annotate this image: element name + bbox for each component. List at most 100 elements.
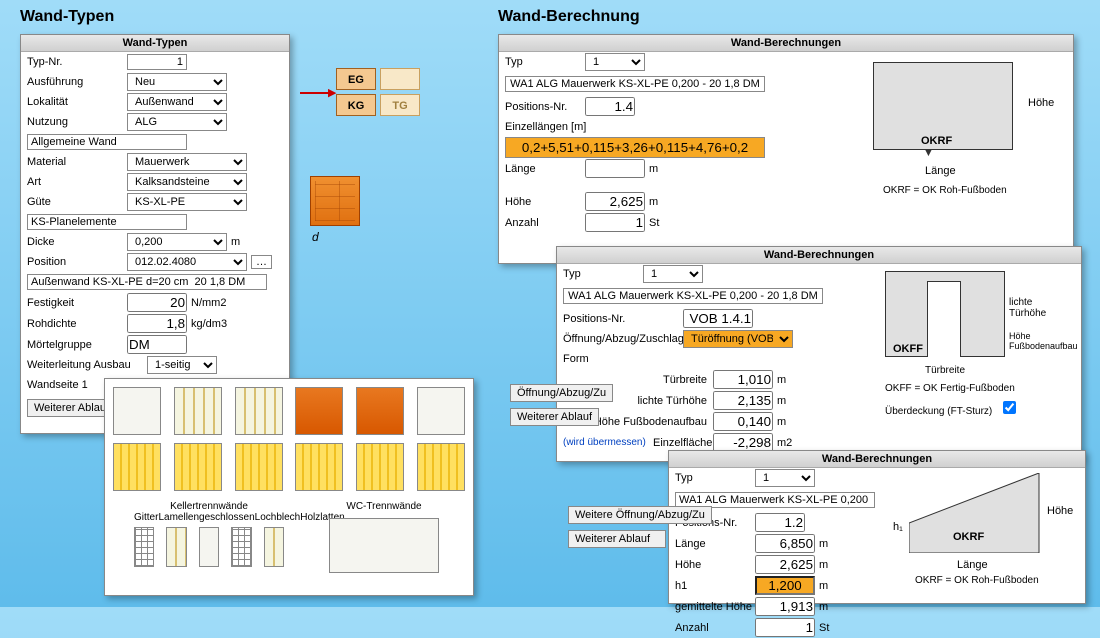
position-desc[interactable] [27, 274, 267, 290]
material-select[interactable]: Mauerwerk [127, 153, 247, 171]
festigkeit-label: Festigkeit [27, 297, 127, 309]
gallery-type: Gitter [134, 512, 158, 523]
calc3-posnr-input[interactable] [755, 513, 805, 532]
keller-caption: Kellertrennwände [134, 501, 284, 512]
wall-swatch [329, 518, 439, 573]
weiterl-label: Weiterleitung Ausbau [27, 359, 147, 371]
wall-swatch [174, 387, 222, 435]
calc2-typ-select[interactable]: 1 [643, 265, 703, 283]
calc1-einzel-input[interactable] [505, 137, 765, 158]
lokalitaet-select[interactable]: Außenwand [127, 93, 227, 111]
calc2-desc[interactable] [563, 288, 823, 304]
ausfuehrung-label: Ausführung [27, 76, 127, 88]
rohdichte-input[interactable] [127, 314, 187, 333]
unit: m [777, 395, 786, 407]
wall-swatch [356, 387, 404, 435]
calc2-tuerbreite-input[interactable] [713, 370, 773, 389]
calc2-weiterer-button[interactable]: Weiterer Ablauf [568, 530, 666, 548]
calc3-panel: Wand-Berechnungen Typ1 Positions-Nr. Län… [668, 450, 1086, 604]
unit: m [819, 538, 828, 550]
wall-swatch [295, 387, 343, 435]
nutzung-desc[interactable] [27, 134, 187, 150]
calc2-oeffnung-select[interactable]: Türöffnung (VOB) [683, 330, 793, 348]
typnr-label: Typ-Nr. [27, 56, 127, 68]
section-title-right: Wand-Berechnung [498, 8, 640, 26]
position-more-icon[interactable]: … [251, 255, 272, 269]
calc3-anzahl-input[interactable] [755, 618, 815, 637]
calc3-diagram: OKRF h₁ Höhe Länge OKRF = OK Roh-Fußbode… [897, 469, 1077, 589]
wall-swatch [113, 387, 161, 435]
dicke-select[interactable]: 0,200 [127, 233, 227, 251]
wall-swatch [417, 443, 465, 491]
weiterer-ablauf-button[interactable]: Weiterer Ablauf [27, 399, 116, 417]
floor-tg: TG [380, 94, 420, 116]
calc1-posnr-input[interactable] [585, 97, 635, 116]
calc1-laenge-input[interactable] [585, 159, 645, 178]
calc3-anzahl-label: Anzahl [675, 622, 755, 634]
calc1-weiterer-button[interactable]: Weiterer Ablauf [510, 408, 599, 426]
ueberdeckung-checkbox[interactable] [1003, 401, 1016, 414]
calc3-h1-label: h1 [675, 580, 755, 592]
art-label: Art [27, 176, 127, 188]
typnr-input[interactable] [127, 54, 187, 70]
calc1-panel: Wand-Berechnungen Typ1 Positions-Nr. Ein… [498, 34, 1074, 264]
art-select[interactable]: Kalksandsteine [127, 173, 247, 191]
wall-swatch [235, 387, 283, 435]
moertel-input[interactable] [127, 335, 187, 354]
wall-swatch [356, 443, 404, 491]
calc1-anzahl-input[interactable] [585, 213, 645, 232]
calc3-h1-input[interactable] [755, 576, 815, 595]
dicke-label: Dicke [27, 236, 127, 248]
calc1-hoehe-unit: m [649, 196, 658, 208]
wall-swatch [295, 443, 343, 491]
calc2-weitere-button[interactable]: Weitere Öffnung/Abzug/Zu [568, 506, 712, 524]
calc3-hoehe-input[interactable] [755, 555, 815, 574]
calc2-typ-label: Typ [563, 268, 643, 280]
floor-eg: EG [336, 68, 376, 90]
gallery-type: Lochblech [255, 512, 301, 523]
ueberdeckung-label: Überdeckung (FT-Sturz) [885, 406, 992, 417]
rohdichte-label: Rohdichte [27, 318, 127, 330]
calc2-title: Wand-Berechnungen [557, 247, 1081, 264]
unit: St [819, 622, 829, 634]
calc2-posnr-label: Positions-Nr. [563, 313, 683, 325]
calc1-typ-select[interactable]: 1 [585, 53, 645, 71]
guete-select[interactable]: KS-XL-PE [127, 193, 247, 211]
weiterl-select[interactable]: 1-seitig [147, 356, 217, 374]
wall-swatch [113, 443, 161, 491]
wall-swatch [264, 527, 284, 567]
calc2-hoehefuss-input[interactable] [713, 412, 773, 431]
calc1-hoehe-input[interactable] [585, 192, 645, 211]
dicke-unit: m [231, 236, 240, 248]
rohdichte-unit: kg/dm3 [191, 318, 227, 330]
festigkeit-input[interactable] [127, 293, 187, 312]
calc3-typ-select[interactable]: 1 [755, 469, 815, 487]
wandtypen-panel: Wand-Typen Typ-Nr. AusführungNeu Lokalit… [20, 34, 290, 434]
calc1-desc[interactable] [505, 76, 765, 92]
unit: m2 [777, 437, 792, 449]
wall-swatch [134, 527, 154, 567]
moertel-label: Mörtelgruppe [27, 339, 127, 351]
lokalitaet-label: Lokalität [27, 96, 127, 108]
calc2-posnr-input[interactable] [683, 309, 753, 328]
calc1-title: Wand-Berechnungen [499, 35, 1073, 52]
gallery-type: Lamellen [158, 512, 199, 523]
calc2-lichte-input[interactable] [713, 391, 773, 410]
calc3-typ-label: Typ [675, 472, 755, 484]
guete-desc[interactable] [27, 214, 187, 230]
nutzung-select[interactable]: ALG [127, 113, 227, 131]
calc1-oeffnung-button[interactable]: Öffnung/Abzug/Zu [510, 384, 613, 402]
calc1-posnr-label: Positions-Nr. [505, 101, 585, 113]
position-select[interactable]: 012.02.4080 [127, 253, 247, 271]
wall-gallery: Kellertrennwände Gitter Lamellen geschlo… [104, 378, 474, 596]
nutzung-label: Nutzung [27, 116, 127, 128]
calc3-laenge-label: Länge [675, 538, 755, 550]
calc3-laenge-input[interactable] [755, 534, 815, 553]
material-label: Material [27, 156, 127, 168]
unit: m [777, 374, 786, 386]
calc3-hoehe-label: Höhe [675, 559, 755, 571]
ausfuehrung-select[interactable]: Neu [127, 73, 227, 91]
wall-swatch [174, 443, 222, 491]
calc2-einzel-label: Einzelfläche [653, 437, 713, 449]
position-label: Position [27, 256, 127, 268]
